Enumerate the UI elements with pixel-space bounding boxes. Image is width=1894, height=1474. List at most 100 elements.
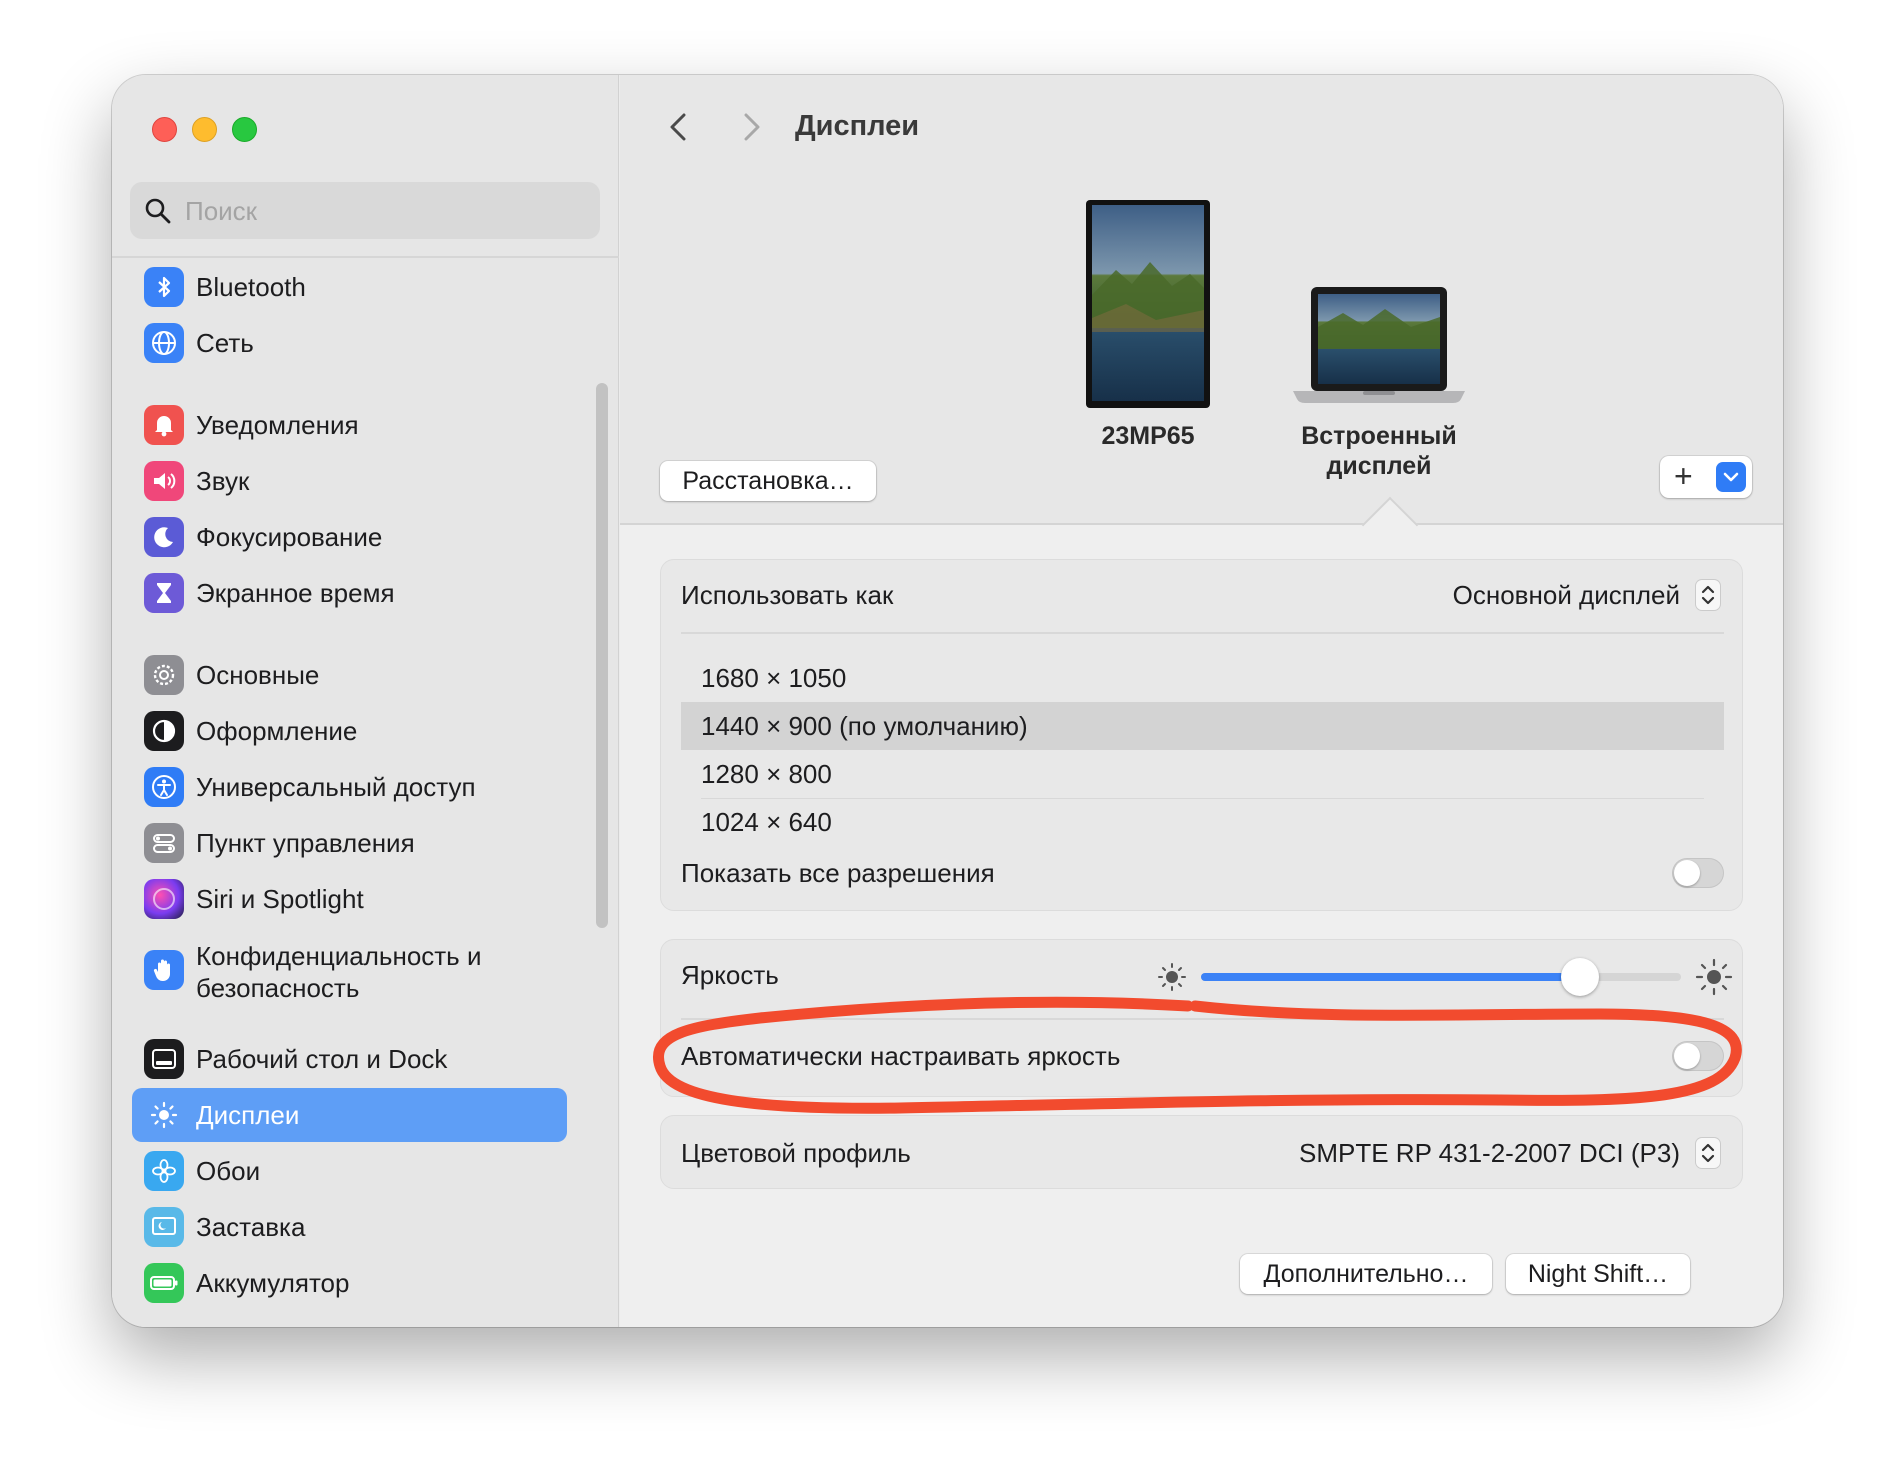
sidebar-item-sound[interactable]: Звук bbox=[132, 454, 567, 508]
chevron-down-icon[interactable] bbox=[1716, 462, 1746, 492]
show-all-resolutions-toggle[interactable] bbox=[1672, 858, 1724, 888]
sidebar-item-label: Экранное время bbox=[196, 578, 395, 608]
appearance-icon bbox=[144, 711, 184, 751]
external-monitor-thumbnail[interactable] bbox=[1086, 200, 1210, 408]
brightness-slider[interactable] bbox=[1201, 973, 1681, 981]
sidebar-item-label: Аккумулятор bbox=[196, 1268, 350, 1298]
sidebar-item-label: Сеть bbox=[196, 328, 254, 358]
sidebar-item-network[interactable]: Сеть bbox=[132, 316, 567, 370]
display-arrangement-area: Дисплеи 23MP65 Встроенный дисплей Расста… bbox=[620, 75, 1783, 525]
sun-large-icon bbox=[1695, 958, 1733, 996]
page-title: Дисплеи bbox=[795, 110, 920, 142]
battery-icon bbox=[144, 1263, 184, 1303]
sidebar-item-label: Конфиденциальность и безопасность bbox=[196, 941, 482, 1003]
sidebar-item-label: Дисплеи bbox=[196, 1100, 300, 1130]
sidebar-item-label: Универсальный доступ bbox=[196, 772, 476, 802]
bluetooth-icon bbox=[144, 267, 184, 307]
sidebar-item-control-center[interactable]: Пункт управления bbox=[132, 816, 567, 870]
resolution-option-selected[interactable]: 1440 × 900 (по умолчанию) bbox=[681, 702, 1724, 750]
sidebar-item-screensaver[interactable]: Заставка bbox=[132, 1200, 567, 1254]
sidebar-item-general[interactable]: Основные bbox=[132, 648, 567, 702]
add-label: + bbox=[1674, 458, 1693, 494]
auto-brightness-toggle[interactable] bbox=[1672, 1041, 1724, 1071]
brightness-slider-knob[interactable] bbox=[1561, 958, 1600, 996]
resolution-option[interactable]: 1280 × 800 bbox=[681, 750, 1724, 798]
sidebar-item-screen-time[interactable]: Экранное время bbox=[132, 566, 567, 620]
sidebar-item-battery[interactable]: Аккумулятор bbox=[132, 1256, 567, 1310]
sidebar-item-displays[interactable]: Дисплеи bbox=[132, 1088, 567, 1142]
resolution-option[interactable]: 1024 × 640 bbox=[681, 798, 1724, 846]
night-shift-button[interactable]: Night Shift… bbox=[1506, 1254, 1690, 1294]
sidebar-item-bluetooth[interactable]: Bluetooth bbox=[132, 260, 567, 314]
search-placeholder: Поиск bbox=[185, 196, 258, 226]
resolution-option[interactable]: 1680 × 1050 bbox=[681, 654, 1724, 702]
sidebar-item-wallpaper[interactable]: Обои bbox=[132, 1144, 567, 1198]
brightness-panel: Яркость Автоматически настраивать яркост… bbox=[660, 939, 1743, 1097]
brightness-slider-fill bbox=[1201, 973, 1581, 981]
sidebar-item-label: Оформление bbox=[196, 716, 358, 746]
close-window-button[interactable] bbox=[152, 117, 177, 142]
search-input[interactable]: Поиск bbox=[130, 182, 600, 239]
sidebar-item-label: Звук bbox=[196, 466, 250, 496]
arrange-button[interactable]: Расстановка… bbox=[660, 461, 876, 501]
system-settings-window: Поиск Bluetooth Сеть Уведомления Звук Фо… bbox=[112, 75, 1783, 1327]
bell-icon bbox=[144, 405, 184, 445]
sidebar-item-label: Siri и Spotlight bbox=[196, 884, 364, 914]
accessibility-icon bbox=[144, 767, 184, 807]
sidebar-item-label: Bluetooth bbox=[196, 272, 306, 302]
resolution-label: 1024 × 640 bbox=[701, 807, 832, 837]
add-display-button[interactable]: + bbox=[1660, 456, 1752, 498]
control-center-icon bbox=[144, 823, 184, 863]
resolution-label: 1440 × 900 (по умолчанию) bbox=[701, 711, 1028, 741]
sidebar: Поиск Bluetooth Сеть Уведомления Звук Фо… bbox=[112, 75, 619, 1327]
sidebar-item-label: Заставка bbox=[196, 1212, 306, 1242]
sidebar-scrollbar[interactable] bbox=[596, 383, 608, 928]
sun-small-icon bbox=[1158, 963, 1186, 991]
monitor-label-builtin: Встроенный дисплей bbox=[1301, 422, 1457, 480]
sidebar-item-accessibility[interactable]: Универсальный доступ bbox=[132, 760, 567, 814]
sidebar-item-label: Пункт управления bbox=[196, 828, 415, 858]
dock-icon bbox=[144, 1039, 184, 1079]
sidebar-item-privacy-security[interactable]: Конфиденциальность и безопасность bbox=[132, 941, 567, 1003]
sidebar-item-siri-spotlight[interactable]: Siri и Spotlight bbox=[132, 872, 567, 926]
sidebar-item-label: Фокусирование bbox=[196, 522, 383, 552]
speaker-icon bbox=[144, 461, 184, 501]
auto-brightness-label: Автоматически настраивать яркость bbox=[681, 1041, 1121, 1071]
sidebar-item-desktop-dock[interactable]: Рабочий стол и Dock bbox=[132, 1032, 567, 1086]
hourglass-icon bbox=[144, 573, 184, 613]
main-content: Дисплеи 23MP65 Встроенный дисплей Расста… bbox=[620, 75, 1783, 1327]
minimize-window-button[interactable] bbox=[192, 117, 217, 142]
sidebar-item-label: Уведомления bbox=[196, 410, 359, 440]
zoom-window-button[interactable] bbox=[232, 117, 257, 142]
brightness-label: Яркость bbox=[681, 960, 779, 990]
color-profile-select[interactable]: SMPTE RP 431-2-2007 DCI (P3) bbox=[1299, 1138, 1680, 1169]
resolution-label: 1280 × 800 bbox=[701, 759, 832, 789]
updown-chevron-icon[interactable] bbox=[1696, 1138, 1720, 1168]
screensaver-icon bbox=[144, 1207, 184, 1247]
toggle-knob bbox=[1674, 1043, 1700, 1069]
color-profile-label: Цветовой профиль bbox=[681, 1138, 911, 1168]
siri-icon bbox=[144, 879, 184, 919]
sidebar-divider bbox=[112, 256, 619, 258]
sidebar-item-notifications[interactable]: Уведомления bbox=[132, 398, 567, 452]
globe-icon bbox=[144, 323, 184, 363]
advanced-button[interactable]: Дополнительно… bbox=[1240, 1254, 1492, 1294]
forward-arrow-icon[interactable] bbox=[730, 107, 770, 147]
sidebar-item-label: Основные bbox=[196, 660, 320, 690]
color-profile-panel: Цветовой профиль SMPTE RP 431-2-2007 DCI… bbox=[660, 1115, 1743, 1189]
builtin-display-thumbnail[interactable] bbox=[1293, 287, 1465, 409]
divider bbox=[681, 632, 1724, 634]
updown-chevron-icon[interactable] bbox=[1696, 580, 1720, 610]
sidebar-item-appearance[interactable]: Оформление bbox=[132, 704, 567, 758]
flower-icon bbox=[144, 1151, 184, 1191]
show-all-resolutions-label: Показать все разрешения bbox=[681, 858, 995, 888]
resolution-label: 1680 × 1050 bbox=[701, 663, 847, 693]
use-as-select[interactable]: Основной дисплей bbox=[1453, 580, 1680, 611]
use-as-label: Использовать как bbox=[681, 580, 894, 610]
back-arrow-icon[interactable] bbox=[660, 107, 700, 147]
gear-icon bbox=[144, 655, 184, 695]
sun-icon bbox=[144, 1095, 184, 1135]
sidebar-item-label: Рабочий стол и Dock bbox=[196, 1044, 448, 1074]
sidebar-item-label: Обои bbox=[196, 1156, 261, 1186]
sidebar-item-focus[interactable]: Фокусирование bbox=[132, 510, 567, 564]
